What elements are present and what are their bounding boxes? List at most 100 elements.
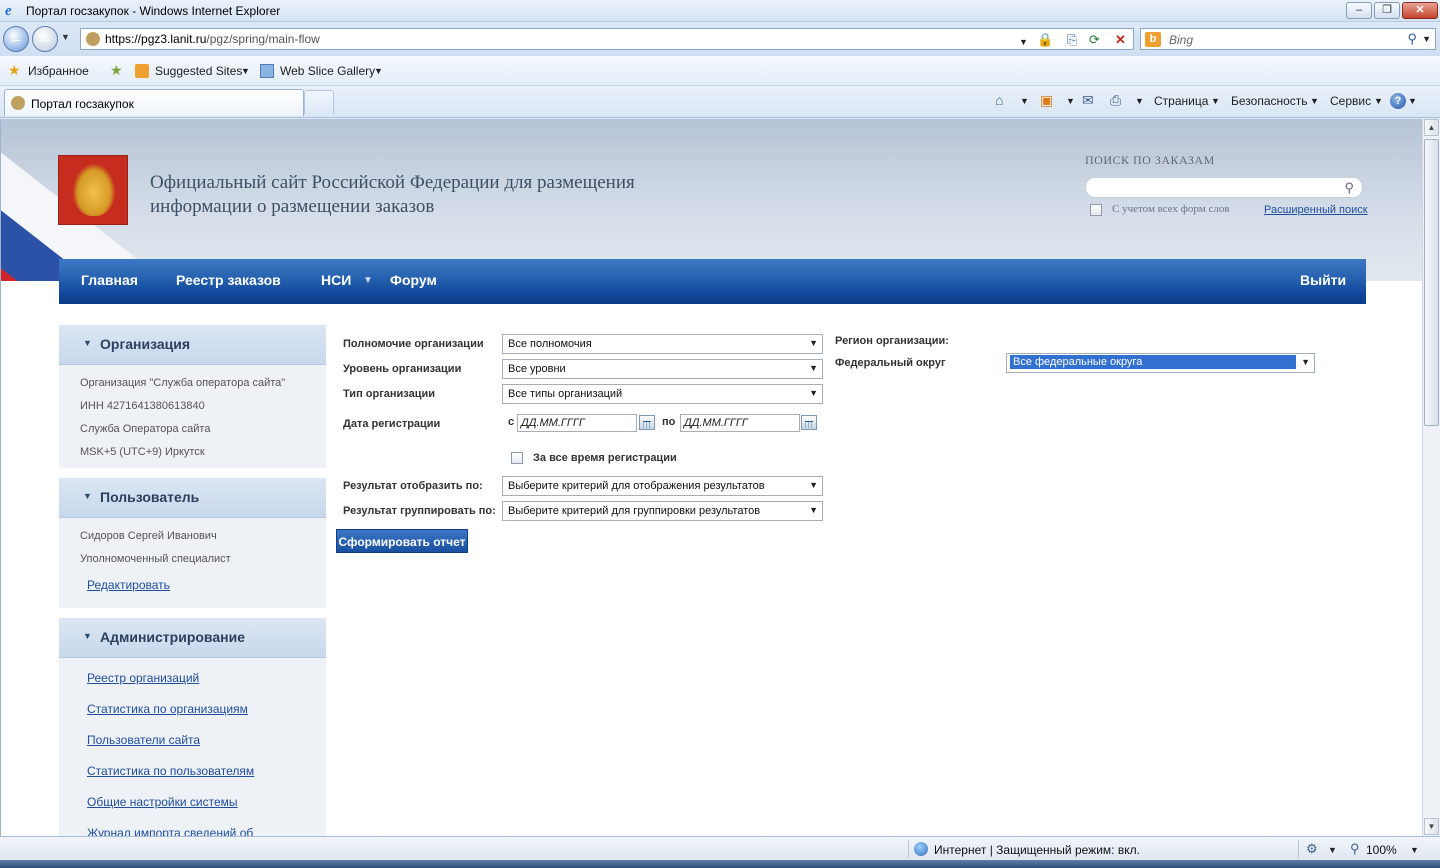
window-title-bar: e Портал госзакупок - Windows Internet E… (0, 0, 1440, 22)
security-zone-text[interactable]: Интернет | Защищенный режим: вкл. (934, 843, 1140, 857)
organization-service: Служба Оператора сайта (80, 423, 211, 435)
all-time-checkbox[interactable] (511, 452, 523, 464)
web-slice-dropdown-icon[interactable]: ▼ (374, 66, 383, 76)
calendar-icon[interactable] (801, 415, 817, 430)
organization-inn: ИНН 4271641380613840 (80, 400, 205, 412)
coat-of-arms-logo (58, 155, 128, 225)
search-box[interactable]: b Bing ⚲ ▼ (1140, 28, 1436, 50)
add-ons-icon[interactable]: ⚙ (1306, 841, 1318, 857)
page-menu[interactable]: Страница (1154, 94, 1208, 108)
type-label: Тип организации (343, 388, 436, 400)
authority-label: Полномочие организации (343, 338, 484, 350)
home-icon[interactable]: ⌂ (995, 92, 1003, 108)
user-panel-header[interactable]: ▼ Пользователь (59, 478, 326, 518)
nsi-dropdown-icon[interactable]: ▼ (363, 275, 373, 286)
feeds-dropdown-icon[interactable]: ▼ (1066, 96, 1075, 106)
region-label: Регион организации: (835, 335, 949, 347)
admin-link-user-stats[interactable]: Статистика по пользователям (87, 764, 254, 778)
nav-orders-registry[interactable]: Реестр заказов (176, 272, 281, 288)
home-dropdown-icon[interactable]: ▼ (1020, 96, 1029, 106)
favorites-button[interactable]: Избранное (28, 64, 89, 78)
history-dropdown-icon[interactable]: ▼ (61, 32, 70, 42)
admin-link-site-users[interactable]: Пользователи сайта (87, 733, 200, 747)
admin-link-system-settings[interactable]: Общие настройки системы (87, 795, 238, 809)
new-tab-button[interactable] (304, 90, 334, 114)
type-select[interactable]: Все типы организаций ▼ (502, 384, 823, 404)
reg-date-label: Дата регистрации (343, 418, 441, 430)
admin-link-org-stats[interactable]: Статистика по организациям (87, 702, 248, 716)
user-name: Сидоров Сергей Иванович (80, 530, 217, 542)
date-from-input[interactable]: ДД.ММ.ГГГГ (517, 414, 637, 432)
main-navigation: Главная Реестр заказов НСИ ▼ Форум Выйти (59, 259, 1366, 304)
date-from-label: с (508, 416, 515, 428)
tools-menu-dropdown-icon: ▼ (1374, 96, 1383, 106)
scroll-down-icon[interactable]: ▼ (1424, 818, 1439, 835)
date-to-label: по (662, 416, 676, 428)
nav-home[interactable]: Главная (81, 272, 138, 288)
display-by-select[interactable]: Выберите критерий для отображения резуль… (502, 476, 823, 496)
back-button[interactable]: ← (3, 26, 29, 52)
print-dropdown-icon[interactable]: ▼ (1135, 96, 1144, 106)
generate-report-button[interactable]: Сформировать отчет (336, 529, 468, 553)
group-by-select[interactable]: Выберите критерий для группировки резуль… (502, 501, 823, 521)
stop-icon[interactable]: ✕ (1115, 32, 1126, 48)
order-search-input[interactable]: ⚲ (1085, 177, 1363, 198)
order-search-label: ПОИСК ПО ЗАКАЗАМ (1085, 153, 1215, 167)
address-bar[interactable]: https://pgz3.lanit.ru/pgz/spring/main-fl… (80, 28, 1134, 50)
organization-panel-header[interactable]: ▼ Организация (59, 325, 326, 365)
date-to-input[interactable]: ДД.ММ.ГГГГ (680, 414, 800, 432)
scroll-up-icon[interactable]: ▲ (1424, 119, 1439, 136)
administration-panel: ▼ Администрирование Реестр организаций С… (59, 618, 326, 836)
collapse-icon: ▼ (83, 491, 92, 501)
refresh-icon[interactable]: ⟳ (1089, 32, 1100, 48)
vertical-scrollbar[interactable]: ▲ ▼ (1422, 119, 1440, 836)
forward-button[interactable]: → (32, 26, 58, 52)
address-url[interactable]: https://pgz3.lanit.ru/pgz/spring/main-fl… (105, 32, 320, 46)
zoom-dropdown-icon[interactable]: ▼ (1410, 845, 1419, 855)
add-favorite-icon[interactable]: ★ (110, 62, 123, 79)
print-icon[interactable]: ⎙ (1110, 92, 1121, 109)
chevron-down-icon: ▼ (1301, 357, 1310, 367)
safety-menu[interactable]: Безопасность (1231, 94, 1308, 108)
suggested-sites-dropdown-icon[interactable]: ▼ (241, 66, 250, 76)
tab-portal[interactable]: Портал госзакупок (4, 89, 304, 116)
search-icon[interactable]: ⚲ (1407, 31, 1417, 47)
scrollbar-thumb[interactable] (1424, 139, 1439, 426)
nav-forum[interactable]: Форум (390, 272, 437, 288)
word-forms-checkbox[interactable] (1090, 204, 1102, 216)
zoom-level[interactable]: 100% (1366, 843, 1397, 857)
admin-link-import-log[interactable]: Журнал импорта сведений об (87, 826, 253, 836)
address-dropdown-icon[interactable]: ▼ (1019, 34, 1028, 50)
tab-bar: Портал госзакупок ⌂ ▼ ▣ ▼ ✉ ⎙ ▼ Страница… (0, 86, 1440, 118)
close-button[interactable]: ✕ (1402, 2, 1438, 19)
maximize-button[interactable]: ❐ (1374, 2, 1400, 19)
suggested-sites-link[interactable]: Suggested Sites (155, 64, 242, 78)
admin-link-org-registry[interactable]: Реестр организаций (87, 671, 199, 685)
help-icon[interactable]: ? (1390, 93, 1406, 109)
authority-select[interactable]: Все полномочия ▼ (502, 334, 823, 354)
feeds-icon[interactable]: ▣ (1040, 92, 1053, 109)
zoom-icon[interactable]: ⚲ (1350, 841, 1360, 857)
minimize-button[interactable]: – (1346, 2, 1372, 19)
administration-panel-header[interactable]: ▼ Администрирование (59, 618, 326, 658)
edit-profile-link[interactable]: Редактировать (87, 578, 170, 592)
calendar-icon[interactable] (639, 415, 655, 430)
nav-nsi[interactable]: НСИ (321, 272, 351, 288)
collapse-icon: ▼ (83, 338, 92, 348)
nav-logout[interactable]: Выйти (1300, 272, 1346, 288)
level-select[interactable]: Все уровни ▼ (502, 359, 823, 379)
search-dropdown-icon[interactable]: ▼ (1422, 34, 1431, 44)
all-time-label: За все время регистрации (533, 452, 677, 464)
web-slice-gallery-link[interactable]: Web Slice Gallery (280, 64, 375, 78)
advanced-search-link[interactable]: Расширенный поиск (1264, 204, 1368, 216)
add-ons-dropdown-icon[interactable]: ▼ (1328, 845, 1337, 855)
bing-icon: b (1145, 32, 1161, 47)
search-icon[interactable]: ⚲ (1344, 180, 1354, 196)
mail-icon[interactable]: ✉ (1082, 92, 1094, 109)
lock-icon[interactable]: 🔒 (1037, 32, 1053, 48)
display-by-label: Результат отобразить по: (343, 480, 483, 492)
tools-menu[interactable]: Сервис (1330, 94, 1371, 108)
compatibility-view-icon[interactable]: ⎘ (1067, 32, 1077, 48)
help-dropdown-icon[interactable]: ▼ (1408, 96, 1417, 106)
district-select[interactable]: Все федеральные округа ▼ (1006, 353, 1315, 373)
